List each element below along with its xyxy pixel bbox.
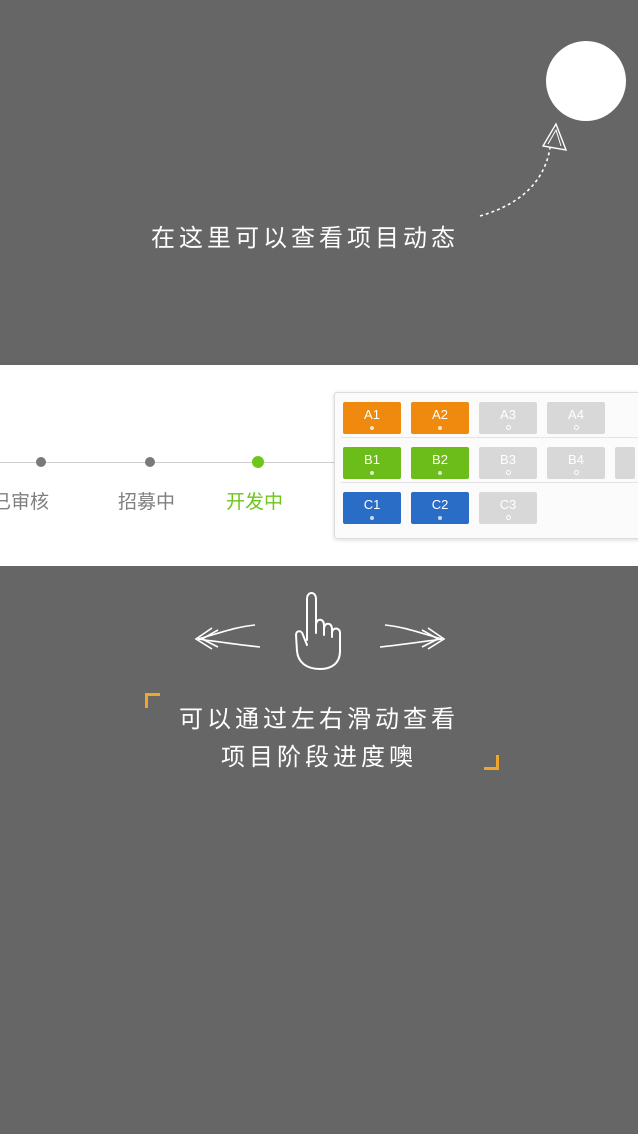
- project-tile-c1[interactable]: C1: [343, 492, 401, 524]
- stage-dot-developing: [252, 456, 264, 468]
- project-stage-strip[interactable]: 已审核 招募中 开发中 A1 A2 A3 A4 B1 B2 B3 B4 C1 C…: [0, 365, 638, 566]
- tile-label: B2: [432, 452, 448, 467]
- project-tile-b3[interactable]: B3: [479, 447, 537, 479]
- tile-label: A3: [500, 407, 516, 422]
- project-tile-b2[interactable]: B2: [411, 447, 469, 479]
- bottom-hint-text: 可以通过左右滑动查看 项目阶段进度噢: [0, 700, 638, 776]
- timeline-line: [0, 462, 340, 463]
- project-tile-a3[interactable]: A3: [479, 402, 537, 434]
- project-tile-c2[interactable]: C2: [411, 492, 469, 524]
- tile-label: B4: [568, 452, 584, 467]
- tile-dot-icon: [438, 471, 442, 475]
- row-divider: [341, 482, 638, 483]
- tile-label: B1: [364, 452, 380, 467]
- tile-label: A2: [432, 407, 448, 422]
- arrow-right-icon: [379, 624, 446, 650]
- tile-dot-icon: [506, 515, 511, 520]
- tile-dot-icon: [370, 516, 374, 520]
- stage-dot-approved: [36, 457, 46, 467]
- tile-dot-icon: [370, 426, 374, 430]
- bottom-hint-line2: 项目阶段进度噢: [221, 743, 417, 771]
- tile-dot-icon: [506, 470, 511, 475]
- stage-label-recruiting[interactable]: 招募中: [118, 487, 175, 514]
- tile-dot-icon: [438, 426, 442, 430]
- swipe-hand-icon: [295, 592, 341, 670]
- stage-dot-recruiting: [145, 457, 155, 467]
- project-tile-c3[interactable]: C3: [479, 492, 537, 524]
- tile-dot-icon: [574, 470, 579, 475]
- project-tile-b4[interactable]: B4: [547, 447, 605, 479]
- swipe-gesture-icon: [194, 592, 446, 670]
- tile-label: C1: [363, 497, 381, 512]
- tile-dot-icon: [438, 516, 442, 520]
- tile-dot-icon: [506, 425, 511, 430]
- arrow-left-icon: [194, 624, 261, 650]
- tile-dot-icon: [370, 471, 374, 475]
- row-divider: [341, 437, 638, 438]
- project-tile-partial[interactable]: [615, 447, 635, 479]
- project-tile-a1[interactable]: A1: [343, 402, 401, 434]
- project-tile-a4[interactable]: A4: [547, 402, 605, 434]
- project-tile-b1[interactable]: B1: [343, 447, 401, 479]
- dashed-arrow-icon: [479, 122, 568, 217]
- tile-label: C3: [499, 497, 517, 512]
- spotlight-circle-icon[interactable]: [546, 41, 626, 121]
- stage-label-developing[interactable]: 开发中: [226, 487, 283, 514]
- tile-label: C2: [431, 497, 449, 512]
- tile-dot-icon: [574, 425, 579, 430]
- tile-label: A1: [364, 407, 380, 422]
- tile-label: B3: [500, 452, 516, 467]
- stage-label-approved[interactable]: 已审核: [0, 487, 49, 514]
- tile-label: A4: [568, 407, 584, 422]
- project-panel[interactable]: A1 A2 A3 A4 B1 B2 B3 B4 C1 C2 C3: [334, 392, 638, 539]
- bottom-hint-line1: 可以通过左右滑动查看: [179, 705, 459, 733]
- project-tile-a2[interactable]: A2: [411, 402, 469, 434]
- top-hint-text: 在这里可以查看项目动态: [151, 224, 459, 252]
